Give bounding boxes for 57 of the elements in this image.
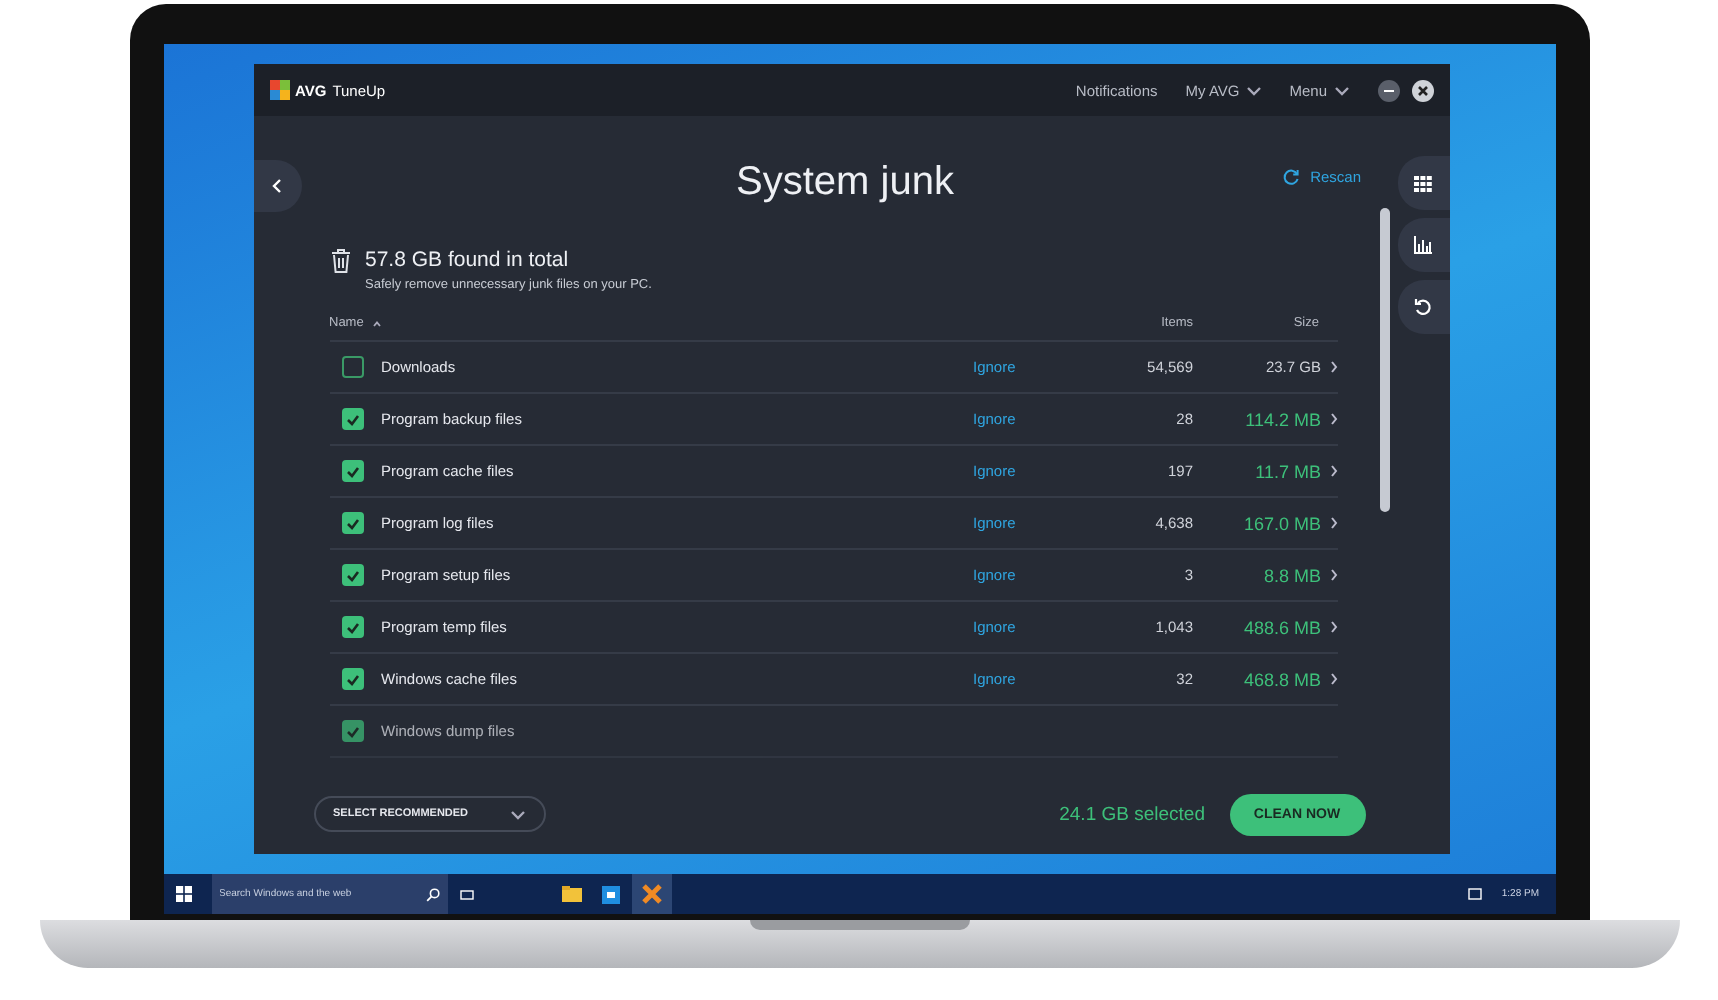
undo-icon	[1414, 298, 1432, 316]
close-button[interactable]	[1411, 79, 1433, 101]
chevron-right-icon[interactable]	[1329, 620, 1337, 634]
task-view-icon	[460, 889, 474, 899]
grid-icon	[1414, 175, 1432, 191]
page-title: System junk	[736, 159, 954, 205]
notification-icon[interactable]	[1467, 888, 1482, 900]
minus-icon	[1383, 89, 1393, 91]
scrollbar-thumb[interactable]	[1379, 208, 1389, 512]
undo-button[interactable]	[1397, 280, 1449, 334]
checkbox[interactable]	[341, 616, 363, 638]
app-taskbar-button[interactable]	[631, 874, 671, 914]
checkmark-icon	[345, 413, 359, 425]
back-button[interactable]	[253, 160, 301, 212]
logo-icon	[269, 80, 289, 100]
checkmark-icon	[345, 673, 359, 685]
size-value: 468.8 MB	[1243, 669, 1321, 689]
size-value: 114.2 MB	[1245, 409, 1321, 429]
sort-ascending-icon[interactable]	[371, 319, 382, 327]
windows-logo-icon	[175, 886, 191, 902]
chevron-right-icon[interactable]	[1329, 672, 1337, 686]
chart-button[interactable]	[1397, 218, 1449, 272]
total-found: 57.8 GB found in total	[365, 248, 571, 272]
chevron-right-icon[interactable]	[1329, 412, 1337, 426]
trash-icon	[329, 248, 351, 274]
refresh-icon	[1282, 168, 1301, 186]
folder-icon	[561, 886, 581, 902]
checkbox[interactable]	[341, 668, 363, 690]
chevron-right-icon[interactable]	[1329, 516, 1337, 530]
selected-size: 24.1 GB selected	[1059, 803, 1205, 825]
size-value: 11.7 MB	[1255, 461, 1321, 481]
checkmark-icon	[345, 621, 359, 633]
size-value: 167.0 MB	[1243, 513, 1321, 533]
app-icon	[641, 884, 661, 904]
checkbox[interactable]	[341, 460, 363, 482]
bar-chart-icon	[1414, 236, 1432, 254]
chevron-right-icon[interactable]	[1329, 360, 1337, 374]
chevron-right-icon[interactable]	[1329, 568, 1337, 582]
minimize-button[interactable]	[1377, 79, 1399, 101]
checkmark-icon	[345, 569, 359, 581]
checkbox[interactable]	[341, 720, 363, 742]
checkbox[interactable]	[341, 564, 363, 586]
size-value: 488.6 MB	[1243, 617, 1321, 637]
checkmark-icon	[345, 725, 359, 737]
chevron-down-icon	[509, 809, 525, 819]
checkmark-icon	[345, 465, 359, 477]
store-icon	[602, 885, 620, 903]
close-icon	[1417, 85, 1427, 95]
grid-button[interactable]	[1397, 156, 1449, 210]
checkbox[interactable]	[341, 512, 363, 534]
checkbox[interactable]	[341, 356, 363, 378]
chevron-right-icon[interactable]	[1329, 464, 1337, 478]
checkbox[interactable]	[341, 408, 363, 430]
size-value: 8.8 MB	[1263, 565, 1321, 585]
checkmark-icon	[345, 517, 359, 529]
search-icon	[425, 887, 439, 901]
chevron-left-icon	[272, 178, 282, 194]
